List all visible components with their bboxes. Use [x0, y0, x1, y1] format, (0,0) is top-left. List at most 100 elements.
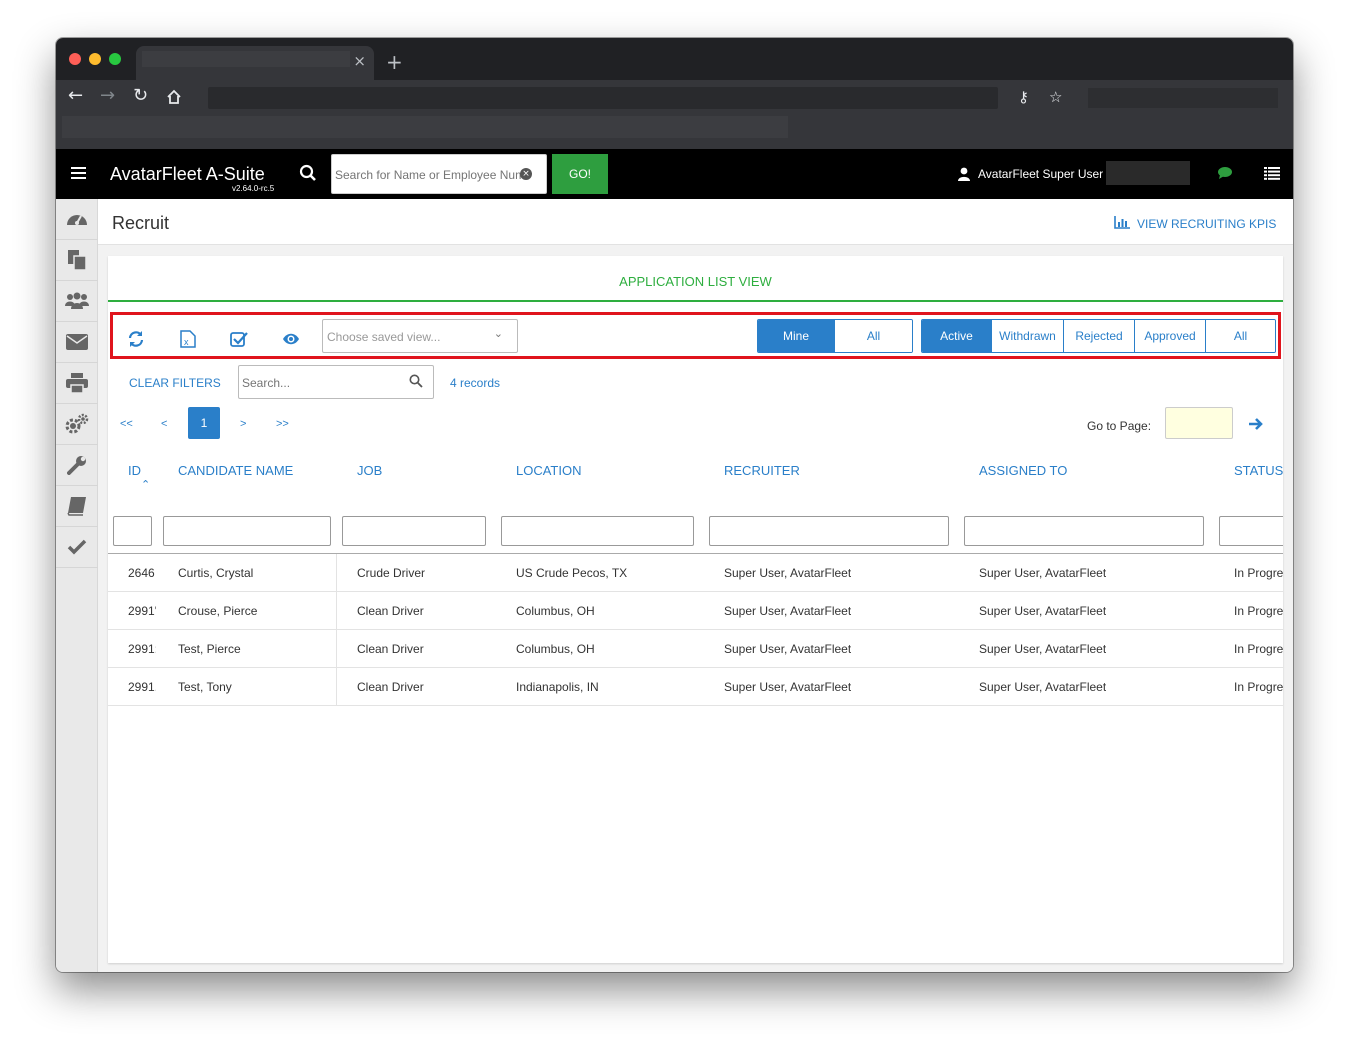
filter-input-id[interactable]	[113, 516, 152, 546]
back-icon[interactable]: ←	[68, 86, 83, 106]
pager-current-page[interactable]: 1	[188, 407, 220, 439]
forward-icon[interactable]: →	[100, 86, 115, 106]
reload-icon[interactable]: ↻	[133, 86, 148, 106]
column-header-candidate-name[interactable]: CANDIDATE NAME	[178, 463, 293, 478]
owner-filter-group: Mine All	[757, 319, 913, 353]
check-square-icon[interactable]	[230, 330, 248, 348]
cell-recruiter: Super User, AvatarFleet	[724, 680, 852, 694]
minimize-window-button[interactable]	[89, 53, 101, 65]
sidebar-item-book[interactable]	[56, 486, 98, 527]
excel-export-icon[interactable]: x	[179, 330, 197, 348]
column-header-status[interactable]: STATUS	[1234, 463, 1283, 478]
table-row[interactable]: 2646 Curtis, Crystal Crude Driver US Cru…	[108, 554, 1283, 592]
table-row[interactable]: 2991. Test, Tony Clean Driver Indianapol…	[108, 668, 1283, 706]
new-tab-button[interactable]: +	[386, 50, 403, 74]
chat-icon[interactable]	[1218, 167, 1232, 179]
sidebar-item-tools[interactable]	[56, 445, 98, 486]
list-view-icon[interactable]	[1264, 167, 1280, 180]
filter-input-candidate-name[interactable]	[163, 516, 331, 546]
sidebar-item-people[interactable]	[56, 281, 98, 322]
home-icon[interactable]	[166, 89, 182, 105]
column-header-assigned-to[interactable]: ASSIGNED TO	[979, 463, 1067, 478]
user-redacted	[1106, 161, 1190, 185]
clear-search-icon[interactable]: ×	[520, 168, 532, 180]
status-filter-active[interactable]: Active	[922, 320, 992, 352]
column-header-location[interactable]: LOCATION	[516, 463, 582, 478]
cell-job: Clean Driver	[357, 642, 424, 656]
user-name[interactable]: AvatarFleet Super User	[978, 167, 1103, 181]
cell-location: Columbus, OH	[516, 604, 595, 618]
employee-search-input[interactable]	[335, 165, 523, 185]
extensions-redacted	[1088, 88, 1278, 108]
close-window-button[interactable]	[69, 53, 81, 65]
browser-tab[interactable]: ×	[136, 46, 374, 80]
status-filter-withdrawn[interactable]: Withdrawn	[992, 320, 1064, 352]
filter-input-status[interactable]	[1219, 516, 1283, 546]
table-search-field[interactable]	[238, 365, 434, 399]
table-row[interactable]: 2991: Test, Pierce Clean Driver Columbus…	[108, 630, 1283, 668]
filter-input-job[interactable]	[342, 516, 486, 546]
filter-input-recruiter[interactable]	[709, 516, 949, 546]
eye-icon[interactable]	[282, 330, 300, 348]
owner-filter-mine[interactable]: Mine	[758, 320, 835, 352]
status-filter-all[interactable]: All	[1206, 320, 1275, 352]
status-filter-rejected[interactable]: Rejected	[1064, 320, 1135, 352]
cell-location: Indianapolis, IN	[516, 680, 599, 694]
employee-search-field[interactable]: ×	[331, 154, 547, 194]
clear-filters-button[interactable]: CLEAR FILTERS	[129, 376, 221, 390]
table-row[interactable]: 2991' Crouse, Pierce Clean Driver Columb…	[108, 592, 1283, 630]
cell-candidate-name: Crouse, Pierce	[178, 604, 258, 618]
print-icon	[66, 373, 88, 393]
go-to-page-input[interactable]	[1165, 407, 1233, 439]
app-version: v2.64.0-rc.5	[232, 184, 275, 193]
cell-job: Clean Driver	[357, 680, 424, 694]
sidebar-item-print[interactable]	[56, 363, 98, 404]
key-icon[interactable]: ⚷	[1018, 88, 1029, 106]
cell-location: Columbus, OH	[516, 642, 595, 656]
pager-next[interactable]: >	[240, 418, 246, 430]
tab-close-icon[interactable]: ×	[353, 52, 366, 70]
cell-id: 2991.	[128, 680, 156, 694]
mail-icon	[66, 334, 88, 350]
saved-view-select[interactable]: Choose saved view... ⌄	[322, 319, 518, 353]
sidebar-item-approvals[interactable]	[56, 527, 98, 568]
hamburger-menu-icon[interactable]	[71, 167, 86, 179]
go-button[interactable]: GO!	[552, 154, 608, 194]
sidebar-item-settings[interactable]	[56, 404, 98, 445]
sidebar-item-dashboard[interactable]	[56, 199, 98, 240]
filter-input-assigned-to[interactable]	[964, 516, 1204, 546]
search-icon[interactable]	[299, 164, 317, 182]
pager-last[interactable]: >>	[276, 418, 289, 430]
app-brand[interactable]: AvatarFleet A-Suite	[110, 164, 265, 185]
column-header-job[interactable]: JOB	[357, 463, 382, 478]
cell-assigned-to: Super User, AvatarFleet	[979, 604, 1107, 618]
star-icon[interactable]: ☆	[1049, 88, 1062, 106]
app-header: AvatarFleet A-Suite v2.64.0-rc.5 × GO! A…	[56, 149, 1293, 199]
cell-assigned-to: Super User, AvatarFleet	[979, 680, 1107, 694]
sidebar-item-documents[interactable]	[56, 240, 98, 281]
search-icon[interactable]	[409, 374, 423, 388]
column-header-id[interactable]: ID	[128, 463, 141, 478]
refresh-icon[interactable]	[127, 330, 145, 348]
sort-ascending-icon[interactable]: ⌃	[141, 478, 150, 491]
table-search-input[interactable]	[242, 374, 402, 392]
maximize-window-button[interactable]	[109, 53, 121, 65]
pager-prev[interactable]: <	[161, 418, 167, 430]
status-filter-approved[interactable]: Approved	[1135, 320, 1206, 352]
sidebar-item-mail[interactable]	[56, 322, 98, 363]
owner-filter-all[interactable]: All	[835, 320, 912, 352]
filter-input-location[interactable]	[501, 516, 694, 546]
svg-text:x: x	[184, 337, 189, 347]
record-count: 4 records	[450, 376, 501, 390]
page-header: Recruit VIEW RECRUITING KPIS	[98, 199, 1293, 245]
cell-location: US Crude Pecos, TX	[516, 566, 628, 580]
column-header-recruiter[interactable]: RECRUITER	[724, 463, 800, 478]
arrow-right-icon[interactable]	[1248, 417, 1264, 431]
address-bar[interactable]	[208, 87, 998, 109]
view-recruiting-kpis-link[interactable]: VIEW RECRUITING KPIS	[1137, 217, 1276, 231]
cell-job: Crude Driver	[357, 566, 426, 580]
page-title: Recruit	[112, 213, 170, 233]
go-to-page-label: Go to Page:	[1087, 419, 1152, 433]
cell-candidate-name: Test, Pierce	[178, 642, 241, 656]
pager-first[interactable]: <<	[120, 418, 133, 430]
